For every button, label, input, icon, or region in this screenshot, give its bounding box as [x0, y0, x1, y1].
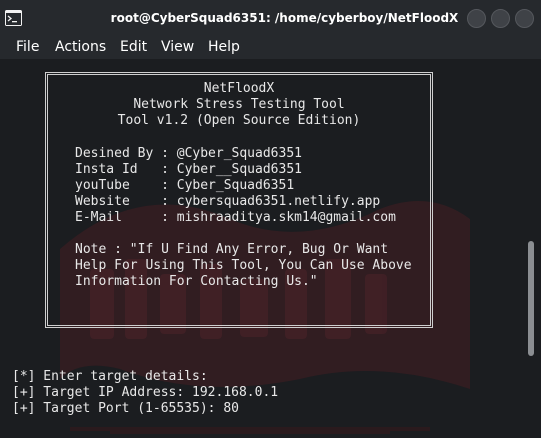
youtube-line: youTube : Cyber_Squad6351 [75, 178, 295, 193]
menu-edit[interactable]: Edit [120, 39, 147, 55]
scrollbar-thumb[interactable] [528, 241, 534, 356]
menu-view[interactable]: View [161, 39, 194, 55]
prompt-enter-details: [*] Enter target details: [12, 369, 208, 384]
menu-help[interactable]: Help [208, 39, 240, 55]
note-line-1: Note : "If U Find Any Error, Bug Or Want [75, 242, 389, 257]
title-bar[interactable]: root@CyberSquad6351: /home/cyberboy/NetF… [0, 0, 541, 37]
email-line: E-Mail : mishraaditya.skm14@gmail.com [75, 210, 396, 225]
terminal-output[interactable]: NetFloodX Network Stress Testing Tool To… [0, 59, 541, 438]
close-button[interactable] [515, 9, 534, 28]
banner-version: Tool v1.2 (Open Source Edition) [117, 113, 361, 128]
menu-bar: File Actions Edit View Help [0, 37, 541, 59]
prompt-target-ip: [+] Target IP Address: 192.168.0.1 [12, 385, 279, 400]
note-line-2: Help For Using This Tool, You Can Use Ab… [75, 258, 412, 273]
note-line-3: Information For Contacting Us." [75, 274, 318, 289]
menu-actions[interactable]: Actions [55, 39, 106, 55]
prompt-target-port: [+] Target Port (1-65535): 80 [12, 401, 239, 416]
banner-name: NetFloodX [203, 81, 275, 96]
website-line: Website : cybersquad6351.netlify.app [75, 194, 381, 209]
insta-line: Insta Id : Cyber__Squad6351 [75, 162, 302, 177]
menu-file[interactable]: File [16, 39, 39, 55]
designed-by-line: Desined By : @Cyber_Squad6351 [75, 146, 302, 161]
maximize-button[interactable] [491, 9, 510, 28]
window-title: root@CyberSquad6351: /home/cyberboy/NetF… [110, 11, 459, 25]
banner-subtitle: Network Stress Testing Tool [133, 97, 345, 112]
minimize-button[interactable] [467, 9, 486, 28]
